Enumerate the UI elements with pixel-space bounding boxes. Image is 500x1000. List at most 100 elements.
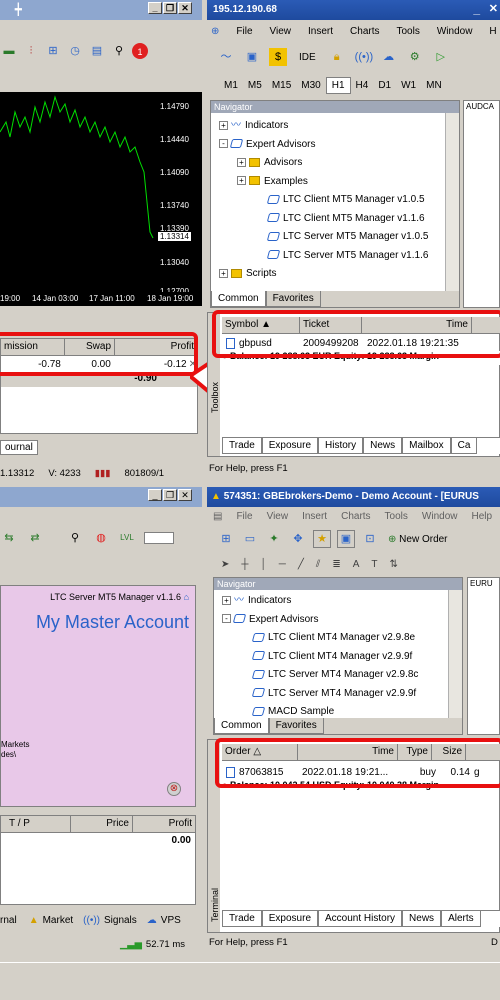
new-chart-icon[interactable]: ⊞	[44, 42, 62, 60]
gear-icon[interactable]: ⚙	[406, 48, 424, 66]
tester-icon[interactable]: ⊡	[361, 530, 379, 548]
price-chart[interactable]	[0, 92, 158, 302]
minimize-icon[interactable]: _	[473, 2, 480, 16]
tab-exposure[interactable]: Exposure	[261, 438, 319, 454]
expand-icon[interactable]: +	[219, 268, 228, 278]
menu-file[interactable]: File	[236, 511, 252, 522]
tab-market[interactable]: Market	[43, 915, 74, 926]
navigator-item[interactable]: + Advisors	[219, 154, 459, 173]
lock-icon[interactable]: 🔒︎	[328, 48, 346, 66]
timeframe-m30[interactable]: M30	[296, 78, 325, 93]
timeframe-mn[interactable]: MN	[421, 78, 447, 93]
timeframe-m1[interactable]: M1	[219, 78, 243, 93]
chart-area[interactable]: AUDCA	[463, 100, 500, 308]
navigator-item[interactable]: LTC Server MT4 Manager v2.9.8c	[222, 666, 462, 685]
timeframe-w1[interactable]: W1	[396, 78, 421, 93]
chart-area[interactable]: EURU	[467, 577, 500, 735]
trendline-icon[interactable]: ╱	[298, 559, 304, 570]
notification-icon[interactable]: 1	[132, 43, 148, 59]
tab-signals[interactable]: Signals	[104, 915, 137, 926]
play-icon[interactable]: ▷	[432, 48, 450, 66]
menu-charts[interactable]: Charts	[350, 26, 379, 37]
vertical-line-icon[interactable]: │	[260, 559, 266, 570]
timeframe-m15[interactable]: M15	[267, 78, 296, 93]
navigator-item[interactable]: + Examples	[219, 173, 459, 192]
cursor-icon[interactable]: ➤	[221, 559, 229, 570]
navigator-scrollbar[interactable]	[445, 113, 459, 293]
timeframe-h4[interactable]: H4	[351, 78, 374, 93]
left-top-tab[interactable]: ournal	[0, 440, 38, 455]
dollar-icon[interactable]: $	[269, 48, 287, 66]
restore-button[interactable]: ❐	[163, 2, 177, 14]
level-icon[interactable]: LVL	[118, 529, 136, 547]
menu-view[interactable]: View	[267, 511, 289, 522]
menu-tools[interactable]: Tools	[385, 511, 408, 522]
navigator-item[interactable]: LTC Client MT4 Manager v2.9.9f	[222, 648, 462, 667]
new-chart-icon[interactable]: ⊞	[217, 530, 235, 548]
timeframe-d1[interactable]: D1	[373, 78, 396, 93]
expand-icon[interactable]: +	[237, 157, 246, 167]
navigator-scrollbar[interactable]	[448, 590, 462, 718]
menu-tools[interactable]: Tools	[396, 26, 419, 37]
navigator-item[interactable]: MACD Sample	[222, 703, 462, 716]
settings-icon[interactable]: ⊗	[167, 782, 181, 796]
fibo-icon[interactable]: ≣	[332, 559, 340, 570]
tab-news[interactable]: News	[363, 438, 403, 454]
navigator-item[interactable]: - Expert Advisors	[219, 136, 459, 155]
minimize-button[interactable]: _	[148, 2, 162, 14]
arrows-icon[interactable]: ⇅	[390, 559, 398, 570]
menu-window[interactable]: Window	[422, 511, 458, 522]
navigator-item[interactable]: + 〰 Indicators	[222, 592, 462, 611]
tab-alerts[interactable]: Alerts	[441, 911, 481, 927]
favorites-icon[interactable]: ★	[313, 530, 331, 548]
transfer-back-icon[interactable]: ⇄	[26, 529, 44, 547]
tab-journal[interactable]: rnal	[0, 915, 17, 926]
menu-insert[interactable]: Insert	[302, 511, 327, 522]
tab-trade[interactable]: Trade	[222, 911, 262, 927]
search-icon[interactable]: ⚲	[66, 529, 84, 547]
tab-account-history[interactable]: Account History	[318, 911, 403, 927]
cloud-icon[interactable]: ☁	[380, 48, 398, 66]
indicator-icon[interactable]: 〜	[217, 48, 235, 66]
close-button[interactable]: ✕	[178, 2, 192, 14]
crosshair-icon[interactable]: ┼	[241, 559, 248, 570]
navigator-icon[interactable]: ✥	[289, 530, 307, 548]
close-button[interactable]: ✕	[178, 489, 192, 501]
navigator-item[interactable]: + 〰 Indicators	[219, 117, 459, 136]
menu-help[interactable]: Help	[471, 511, 492, 522]
close-icon[interactable]: ✕	[489, 2, 498, 15]
collapse-icon[interactable]: -	[222, 614, 231, 624]
tab-common[interactable]: Common	[211, 291, 266, 307]
tab-mailbox[interactable]: Mailbox	[402, 438, 451, 454]
navigator-item[interactable]: LTC Client MT4 Manager v2.9.8e	[222, 629, 462, 648]
minimize-button[interactable]: _	[148, 489, 162, 501]
ea-chart-area[interactable]: LTC Server MT5 Manager v1.1.6 ⌂ My Maste…	[0, 585, 196, 807]
tab-vps[interactable]: VPS	[161, 915, 181, 926]
market-watch-icon[interactable]: ✦	[265, 530, 283, 548]
channel-icon[interactable]: ⫽	[316, 559, 320, 570]
transfer-icon[interactable]: ⇆	[0, 529, 18, 547]
navigator-item[interactable]: LTC Server MT4 Manager v2.9.9f	[222, 685, 462, 704]
tab-history[interactable]: History	[318, 438, 364, 454]
profiles-icon[interactable]: ▭	[241, 530, 259, 548]
timeframe-m5[interactable]: M5	[243, 78, 267, 93]
expand-icon[interactable]: +	[237, 176, 246, 186]
navigator-item[interactable]: + Scripts	[219, 265, 459, 284]
tab-exposure[interactable]: Exposure	[261, 911, 319, 927]
signal-icon[interactable]: ((•))	[354, 48, 374, 66]
navigator-item[interactable]: LTC Client MT5 Manager v1.0.5	[219, 191, 459, 210]
chart-type-icon[interactable]: ▣	[243, 48, 261, 66]
navigator-item[interactable]: LTC Server MT5 Manager v1.0.5	[219, 228, 459, 247]
collapse-icon[interactable]: -	[219, 139, 228, 149]
new-order-button[interactable]: ⊕ New Order	[385, 533, 451, 546]
tab-news[interactable]: News	[402, 911, 442, 927]
tab-favorites[interactable]: Favorites	[265, 291, 321, 307]
tab-trade[interactable]: Trade	[222, 438, 262, 454]
label-icon[interactable]: T	[371, 559, 377, 570]
column-header[interactable]: Profit	[133, 816, 195, 832]
tab-common[interactable]: Common	[214, 718, 269, 734]
expand-icon[interactable]: +	[219, 120, 228, 130]
menu-window[interactable]: Window	[437, 26, 473, 37]
horizontal-line-icon[interactable]: ─	[279, 559, 286, 570]
column-header[interactable]: T / P	[1, 816, 71, 832]
